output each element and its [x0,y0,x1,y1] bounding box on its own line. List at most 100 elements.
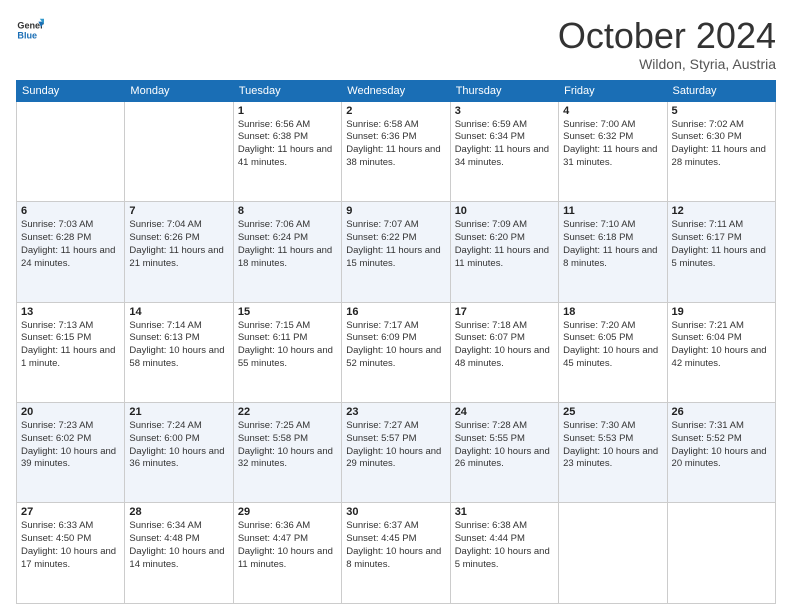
calendar-cell: 20 Sunrise: 7:23 AM Sunset: 6:02 PM Dayli… [17,403,125,503]
day-info: Sunrise: 7:03 AM Sunset: 6:28 PM Dayligh… [21,219,120,270]
day-info: Sunrise: 6:56 AM Sunset: 6:38 PM Dayligh… [238,119,337,170]
calendar-cell: 5 Sunrise: 7:02 AM Sunset: 6:30 PM Daylig… [667,101,775,201]
day-number: 8 [238,205,337,217]
day-info: Sunrise: 7:21 AM Sunset: 6:04 PM Dayligh… [672,320,771,371]
day-number: 26 [672,406,771,418]
calendar-cell: 25 Sunrise: 7:30 AM Sunset: 5:53 PM Dayli… [559,403,667,503]
day-info: Sunrise: 6:59 AM Sunset: 6:34 PM Dayligh… [455,119,554,170]
day-number: 28 [129,506,228,518]
day-info: Sunrise: 6:36 AM Sunset: 4:47 PM Dayligh… [238,520,337,571]
day-number: 17 [455,306,554,318]
day-info: Sunrise: 7:00 AM Sunset: 6:32 PM Dayligh… [563,119,662,170]
day-info: Sunrise: 7:11 AM Sunset: 6:17 PM Dayligh… [672,219,771,270]
day-info: Sunrise: 7:02 AM Sunset: 6:30 PM Dayligh… [672,119,771,170]
calendar-cell: 3 Sunrise: 6:59 AM Sunset: 6:34 PM Daylig… [450,101,558,201]
weekday-header-saturday: Saturday [667,80,775,101]
day-number: 1 [238,105,337,117]
logo: General Blue [16,16,44,44]
day-number: 14 [129,306,228,318]
day-number: 29 [238,506,337,518]
day-number: 15 [238,306,337,318]
calendar-cell: 15Sunrise: 7:15 AM Sunset: 6:11 PM Dayli… [233,302,341,402]
day-info: Sunrise: 7:09 AM Sunset: 6:20 PM Dayligh… [455,219,554,270]
calendar-cell: 8Sunrise: 7:06 AM Sunset: 6:24 PM Daylig… [233,202,341,302]
calendar-cell: 6 Sunrise: 7:03 AM Sunset: 6:28 PM Daylig… [17,202,125,302]
day-number: 23 [346,406,445,418]
calendar-cell: 13 Sunrise: 7:13 AM Sunset: 6:15 PM Dayli… [17,302,125,402]
day-number: 10 [455,205,554,217]
weekday-header-friday: Friday [559,80,667,101]
month-title: October 2024 [558,16,776,56]
weekday-header-tuesday: Tuesday [233,80,341,101]
day-info: Sunrise: 7:27 AM Sunset: 5:57 PM Dayligh… [346,420,445,471]
svg-text:Blue: Blue [17,30,37,40]
day-number: 3 [455,105,554,117]
day-info: Sunrise: 7:18 AM Sunset: 6:07 PM Dayligh… [455,320,554,371]
calendar-cell [17,101,125,201]
calendar-cell: 18 Sunrise: 7:20 AM Sunset: 6:05 PM Dayli… [559,302,667,402]
calendar-cell: 4 Sunrise: 7:00 AM Sunset: 6:32 PM Daylig… [559,101,667,201]
day-info: Sunrise: 7:24 AM Sunset: 6:00 PM Dayligh… [129,420,228,471]
day-info: Sunrise: 6:34 AM Sunset: 4:48 PM Dayligh… [129,520,228,571]
day-number: 7 [129,205,228,217]
calendar-cell: 14 Sunrise: 7:14 AM Sunset: 6:13 PM Dayli… [125,302,233,402]
weekday-header-wednesday: Wednesday [342,80,450,101]
day-number: 5 [672,105,771,117]
day-number: 27 [21,506,120,518]
calendar-cell: 2Sunrise: 6:58 AM Sunset: 6:36 PM Daylig… [342,101,450,201]
calendar-cell: 12 Sunrise: 7:11 AM Sunset: 6:17 PM Dayli… [667,202,775,302]
weekday-header-thursday: Thursday [450,80,558,101]
header: General Blue October 2024 Wildon, Styria… [16,16,776,72]
day-number: 31 [455,506,554,518]
calendar-cell [125,101,233,201]
day-info: Sunrise: 7:25 AM Sunset: 5:58 PM Dayligh… [238,420,337,471]
day-number: 22 [238,406,337,418]
day-number: 18 [563,306,662,318]
day-info: Sunrise: 7:13 AM Sunset: 6:15 PM Dayligh… [21,320,120,371]
calendar-page: General Blue October 2024 Wildon, Styria… [0,0,792,612]
calendar-cell: 7 Sunrise: 7:04 AM Sunset: 6:26 PM Daylig… [125,202,233,302]
calendar-cell: 19 Sunrise: 7:21 AM Sunset: 6:04 PM Dayli… [667,302,775,402]
calendar-cell [667,503,775,604]
location: Wildon, Styria, Austria [558,56,776,72]
calendar-cell: 17 Sunrise: 7:18 AM Sunset: 6:07 PM Dayli… [450,302,558,402]
day-info: Sunrise: 7:14 AM Sunset: 6:13 PM Dayligh… [129,320,228,371]
day-info: Sunrise: 7:31 AM Sunset: 5:52 PM Dayligh… [672,420,771,471]
day-number: 20 [21,406,120,418]
calendar-cell: 10 Sunrise: 7:09 AM Sunset: 6:20 PM Dayli… [450,202,558,302]
day-number: 4 [563,105,662,117]
calendar-cell: 29 Sunrise: 6:36 AM Sunset: 4:47 PM Dayli… [233,503,341,604]
calendar-cell: 16Sunrise: 7:17 AM Sunset: 6:09 PM Dayli… [342,302,450,402]
calendar-cell: 9 Sunrise: 7:07 AM Sunset: 6:22 PM Daylig… [342,202,450,302]
day-number: 6 [21,205,120,217]
day-info: Sunrise: 7:23 AM Sunset: 6:02 PM Dayligh… [21,420,120,471]
weekday-header-monday: Monday [125,80,233,101]
logo-icon: General Blue [16,16,44,44]
calendar-table: SundayMondayTuesdayWednesdayThursdayFrid… [16,80,776,604]
day-info: Sunrise: 7:28 AM Sunset: 5:55 PM Dayligh… [455,420,554,471]
calendar-cell: 22 Sunrise: 7:25 AM Sunset: 5:58 PM Dayli… [233,403,341,503]
calendar-cell: 27Sunrise: 6:33 AM Sunset: 4:50 PM Dayli… [17,503,125,604]
calendar-cell: 28 Sunrise: 6:34 AM Sunset: 4:48 PM Dayli… [125,503,233,604]
calendar-cell: 31 Sunrise: 6:38 AM Sunset: 4:44 PM Dayli… [450,503,558,604]
day-number: 25 [563,406,662,418]
calendar-cell: 23 Sunrise: 7:27 AM Sunset: 5:57 PM Dayli… [342,403,450,503]
day-number: 21 [129,406,228,418]
calendar-cell: 11Sunrise: 7:10 AM Sunset: 6:18 PM Dayli… [559,202,667,302]
day-info: Sunrise: 6:58 AM Sunset: 6:36 PM Dayligh… [346,119,445,170]
day-number: 19 [672,306,771,318]
calendar-cell [559,503,667,604]
day-number: 12 [672,205,771,217]
day-number: 24 [455,406,554,418]
weekday-header-sunday: Sunday [17,80,125,101]
day-info: Sunrise: 6:37 AM Sunset: 4:45 PM Dayligh… [346,520,445,571]
day-info: Sunrise: 7:30 AM Sunset: 5:53 PM Dayligh… [563,420,662,471]
day-info: Sunrise: 7:07 AM Sunset: 6:22 PM Dayligh… [346,219,445,270]
day-number: 16 [346,306,445,318]
day-info: Sunrise: 6:38 AM Sunset: 4:44 PM Dayligh… [455,520,554,571]
day-info: Sunrise: 7:04 AM Sunset: 6:26 PM Dayligh… [129,219,228,270]
day-number: 13 [21,306,120,318]
day-info: Sunrise: 7:20 AM Sunset: 6:05 PM Dayligh… [563,320,662,371]
day-number: 30 [346,506,445,518]
day-number: 9 [346,205,445,217]
